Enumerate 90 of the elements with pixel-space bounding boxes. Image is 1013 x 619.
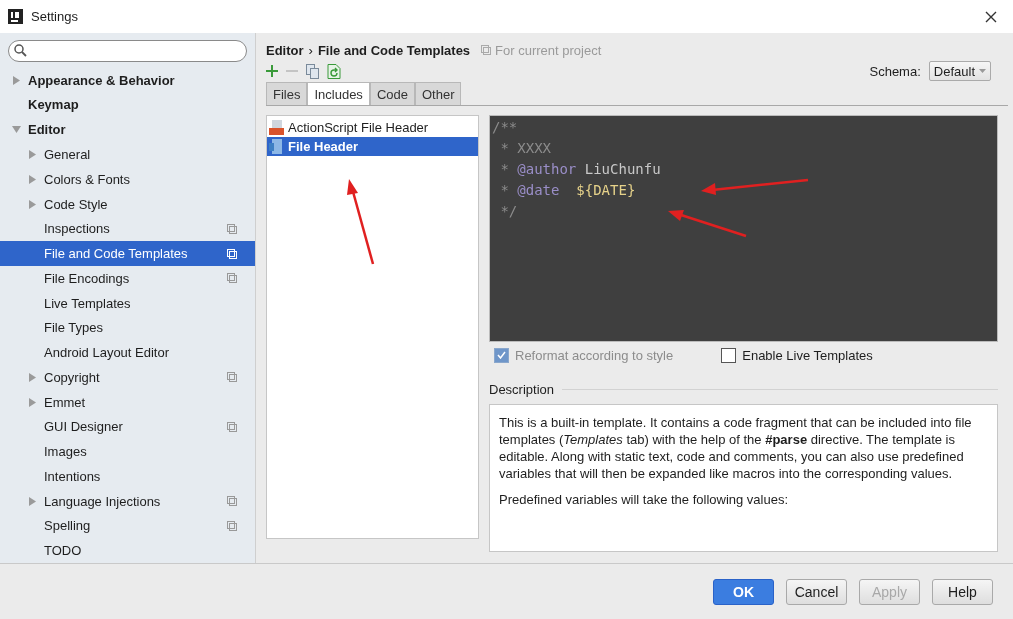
breadcrumb-current: File and Code Templates xyxy=(317,42,471,58)
tree-item-label: Colors & Fonts xyxy=(44,171,131,187)
tree-item-label: Editor xyxy=(28,122,67,138)
code-editor[interactable]: /** * XXXX * @author LiuChunfu * @date ${DATE} */ xyxy=(489,115,998,342)
tree-item[interactable]: Code Style xyxy=(0,191,255,217)
template-item[interactable]: File Header xyxy=(267,137,478,156)
breadcrumb-separator: › xyxy=(308,42,313,58)
tree-item-label: Android Layout Editor xyxy=(44,345,171,361)
tree-item-label: Intentions xyxy=(44,468,102,484)
tree-item[interactable]: Emmet xyxy=(0,389,255,415)
section-title: Description xyxy=(489,381,555,397)
code-line: * @date ${DATE} xyxy=(499,181,636,200)
schema-label: Schema: xyxy=(869,63,921,79)
dialog-button[interactable]: OK xyxy=(713,578,774,605)
code-line: * @author LiuChunfu xyxy=(499,160,661,179)
tree-item-label: Language Injections xyxy=(44,493,162,509)
search-icon xyxy=(14,44,27,58)
tree-item[interactable]: File Types xyxy=(0,315,255,341)
file-icon xyxy=(269,139,284,154)
collapsed-arrow-icon[interactable] xyxy=(28,150,37,159)
add-icon[interactable] xyxy=(266,65,278,77)
tab[interactable]: Other xyxy=(414,82,462,105)
collapsed-arrow-icon[interactable] xyxy=(28,199,37,209)
tab[interactable]: Code xyxy=(369,82,415,105)
tab[interactable]: Files xyxy=(266,82,308,105)
collapsed-arrow-icon[interactable] xyxy=(12,75,21,85)
tree-item-label: GUI Designer xyxy=(44,419,124,435)
tree-item[interactable]: Editor xyxy=(0,117,255,143)
tree-item-label: Live Templates xyxy=(44,295,132,311)
dialog-button[interactable]: Cancel xyxy=(786,578,847,605)
breadcrumb-parent: Editor xyxy=(266,42,304,58)
app-logo-icon xyxy=(8,9,23,24)
tree-item-label: File Types xyxy=(44,320,104,336)
checkbox[interactable] xyxy=(721,347,737,363)
tree-item[interactable]: Keymap xyxy=(0,92,255,118)
tree-item[interactable]: Language Injections xyxy=(0,488,255,514)
reset-icon[interactable] xyxy=(327,63,341,79)
copy-icon xyxy=(481,45,492,55)
tree-item-label: File and Code Templates xyxy=(44,246,189,262)
tree-item[interactable]: TODO xyxy=(0,538,255,564)
tree-item[interactable]: Images xyxy=(0,439,255,465)
copy-icon[interactable] xyxy=(306,63,319,79)
check-icon xyxy=(497,351,506,359)
template-name: ActionScript File Header xyxy=(288,120,429,135)
tree-item[interactable]: General xyxy=(0,142,255,167)
tree-item-label: TODO xyxy=(44,543,83,559)
tree-item[interactable]: File Encodings xyxy=(0,265,255,291)
template-name: File Header xyxy=(288,139,359,154)
tree-item[interactable]: Spelling xyxy=(0,513,255,539)
close-icon[interactable] xyxy=(985,10,997,23)
collapsed-arrow-icon[interactable] xyxy=(28,372,37,382)
code-line: /** xyxy=(492,118,518,137)
tree-item-label: Inspections xyxy=(44,221,111,237)
tree-item-label: Images xyxy=(44,444,88,460)
tree-item-label: Code Style xyxy=(44,196,109,212)
file-icon xyxy=(269,120,284,135)
tree-item[interactable]: File and Code Templates xyxy=(0,241,255,266)
tree-item[interactable]: Inspections xyxy=(0,216,255,242)
tree-item-label: Appearance & Behavior xyxy=(28,72,176,88)
tree-item[interactable]: Live Templates xyxy=(0,290,255,316)
dropdown-arrow-icon xyxy=(979,69,986,73)
template-item[interactable]: ActionScript File Header xyxy=(267,118,478,137)
search-field[interactable] xyxy=(8,40,247,62)
tree-item-label: Copyright xyxy=(44,369,101,385)
collapsed-arrow-icon[interactable] xyxy=(28,496,37,506)
tree-item-label: General xyxy=(44,147,92,162)
tab[interactable]: Includes xyxy=(307,82,370,105)
schema-dropdown[interactable]: Default xyxy=(928,61,991,81)
checkbox-label: Reformat according to style xyxy=(515,347,674,363)
dialog-button[interactable]: Help xyxy=(932,578,993,605)
tree-item-label: File Encodings xyxy=(44,270,131,286)
code-line: * XXXX xyxy=(499,139,551,158)
tree-item-label: Spelling xyxy=(44,518,92,534)
description-text: This is a built-in template. It contains a code fragment that can be included into file templates (Templates tab) with the help of the #parse directive. The template is editable. Along with static text, code and comments, you can also use predefined variables that will then be expanded like macros into the corresponding values. xyxy=(499,414,973,482)
tree-item[interactable]: Copyright xyxy=(0,365,255,390)
tree-item[interactable]: Intentions xyxy=(0,464,255,489)
tree-item[interactable]: GUI Designer xyxy=(0,414,255,440)
tree-item[interactable]: Android Layout Editor xyxy=(0,340,255,365)
tree-item-label: Emmet xyxy=(44,394,87,410)
collapsed-arrow-icon[interactable] xyxy=(28,397,37,407)
description-text: Predefined variables will take the following values: xyxy=(499,491,790,508)
tree-item-label: Keymap xyxy=(28,97,80,113)
tree-item[interactable]: Colors & Fonts xyxy=(0,166,255,192)
expanded-arrow-icon[interactable] xyxy=(12,125,21,135)
collapsed-arrow-icon[interactable] xyxy=(28,174,37,184)
window-title: Settings xyxy=(31,9,78,24)
checkbox-label: Enable Live Templates xyxy=(742,347,873,363)
scope-label: For current project xyxy=(495,42,602,58)
tree-item[interactable]: Appearance & Behavior xyxy=(0,67,255,93)
code-line: */ xyxy=(499,202,518,221)
